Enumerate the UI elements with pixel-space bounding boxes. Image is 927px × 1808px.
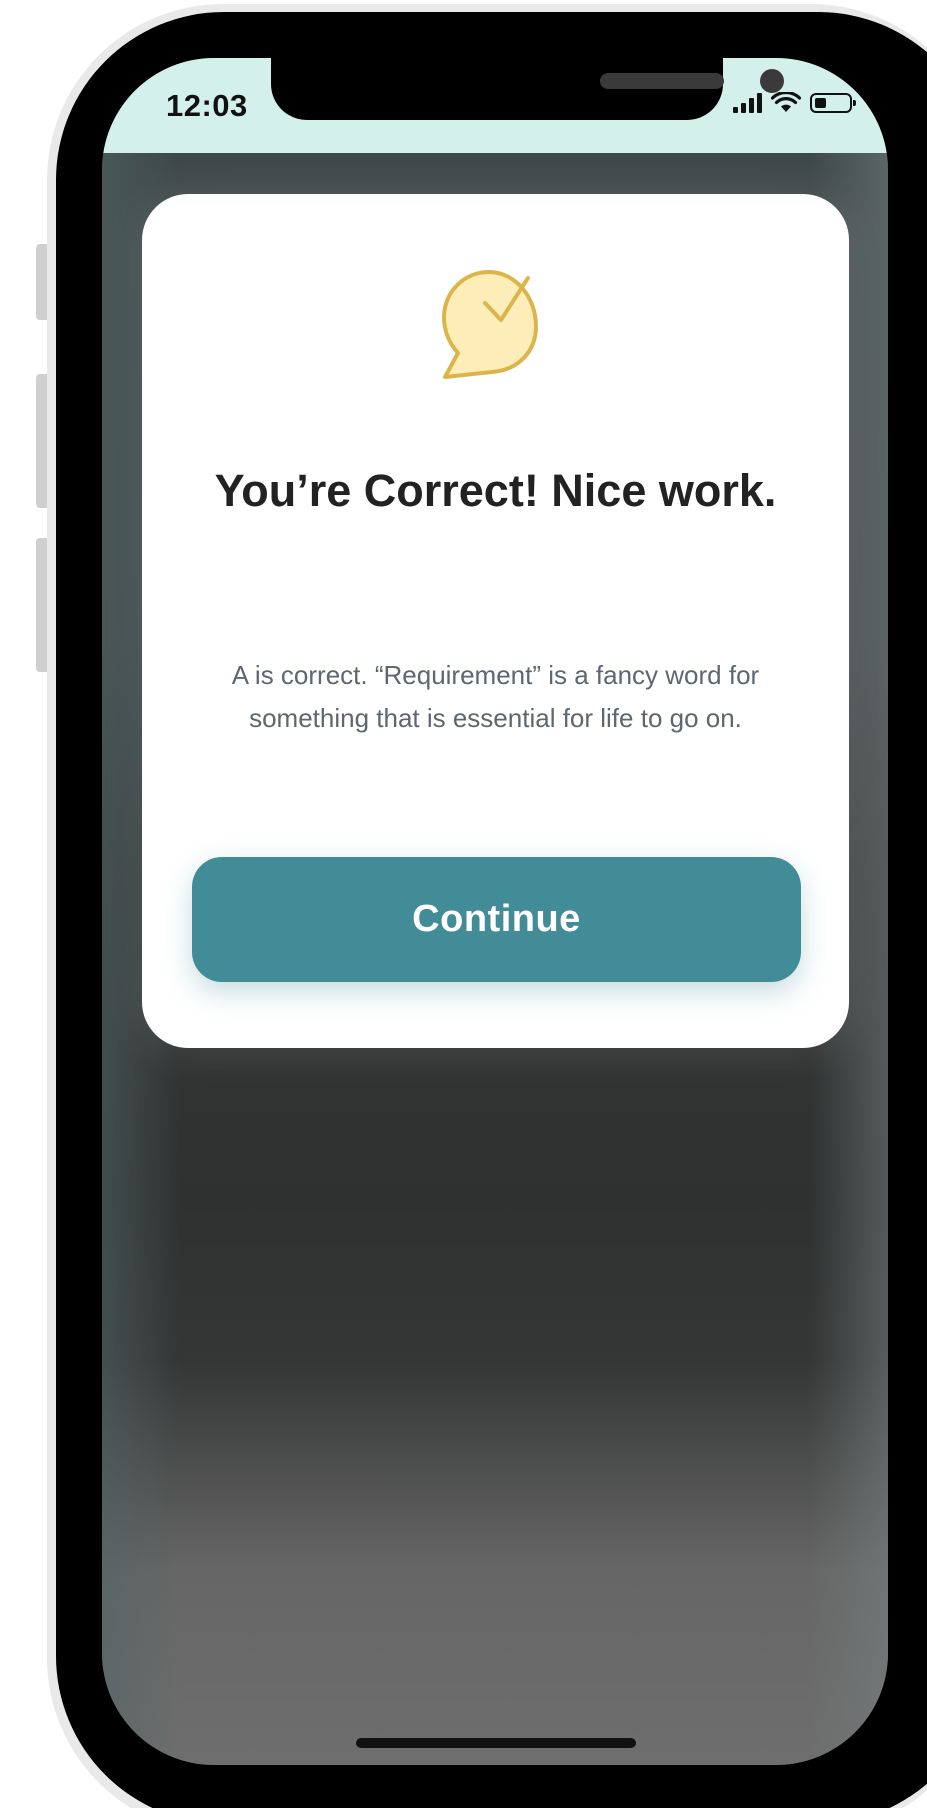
- device-notch: [271, 58, 784, 120]
- phone-screen: 12:03 You’re Correct! Nice work. A is co…: [102, 58, 888, 1765]
- feedback-modal: You’re Correct! Nice work. A is correct.…: [142, 194, 849, 1048]
- speech-bubble-check-icon: [442, 270, 538, 379]
- earpiece-speaker: [600, 73, 724, 89]
- battery-icon: [810, 93, 856, 113]
- wifi-icon: [771, 92, 801, 112]
- continue-button[interactable]: Continue: [192, 857, 801, 982]
- device-mockup: 12:03 You’re Correct! Nice work. A is co…: [0, 0, 927, 1808]
- home-indicator[interactable]: [356, 1738, 636, 1748]
- status-icons: [733, 92, 856, 114]
- status-time: 12:03: [166, 88, 248, 123]
- cellular-signal-icon: [733, 93, 762, 113]
- modal-message: A is correct. “Requirement” is a fancy w…: [231, 660, 760, 733]
- front-camera: [760, 69, 784, 93]
- modal-title: You’re Correct! Nice work.: [214, 465, 777, 516]
